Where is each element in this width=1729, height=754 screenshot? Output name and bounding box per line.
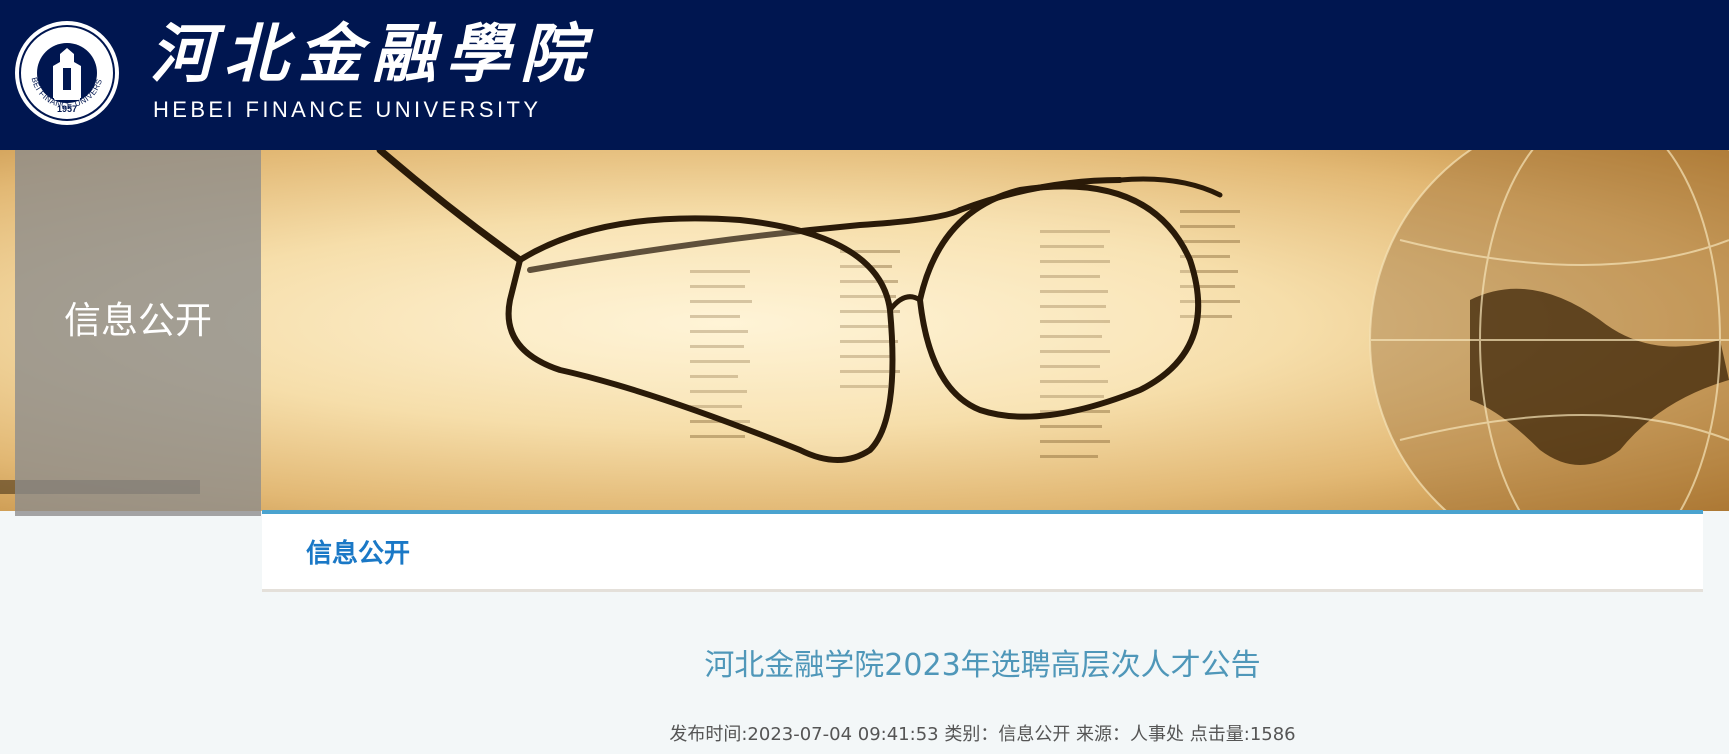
article-meta: 发布时间:2023-07-04 09:41:53 类别：信息公开 来源：人事处 … [669,724,1296,745]
site-header: 1957 HEBEI FINANCE UNIVERSITY 河北金融學院 HEB… [0,0,1729,150]
article-title: 河北金融学院2023年选聘高层次人才公告 [704,648,1261,683]
section-title[interactable]: 信息公开 [306,538,410,570]
side-panel-title: 信息公开 [64,299,212,342]
seal-icon: 1957 HEBEI FINANCE UNIVERSITY [11,13,119,125]
category-side-panel: 信息公开 [15,150,261,516]
logo-name-en[interactable]: HEBEI FINANCE UNIVERSITY [153,96,541,124]
section-title-bar: 信息公开 [262,510,1703,592]
university-seal-logo[interactable]: 1957 HEBEI FINANCE UNIVERSITY [11,13,120,126]
logo-name-cn[interactable]: 河北金融學院 [150,18,594,92]
